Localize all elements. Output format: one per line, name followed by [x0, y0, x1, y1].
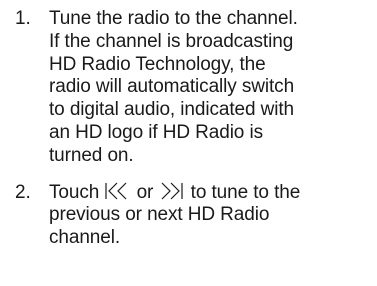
step-text-line: channel.	[49, 227, 121, 249]
seek-next-icon	[158, 182, 185, 200]
touch-text: Touch	[49, 181, 100, 203]
seek-previous-icon	[104, 182, 131, 200]
step-text-line: Touch or to tune to the	[49, 182, 369, 205]
step-text-line: to digital audio, indicated with	[49, 99, 295, 121]
step-text-line: If the channel is broadcasting	[49, 30, 294, 52]
step-2-line1-tail: to tune to the	[190, 181, 301, 203]
step-2: 2. Touch or to tune to the previous or n…	[0, 182, 377, 250]
step-text-line: radio will automatically switch	[49, 76, 295, 98]
step-1: 1. Tune the radio to the channel. If the…	[0, 8, 377, 168]
step-text-line: previous or next HD Radio	[49, 204, 270, 226]
step-text-line: Tune the radio to the channel.	[49, 8, 298, 29]
step-number: 2.	[15, 181, 31, 203]
or-text: or	[136, 181, 154, 203]
step-text-line: turned on.	[49, 144, 134, 166]
step-number: 1.	[15, 8, 31, 29]
step-text-line: an HD logo if HD Radio is	[49, 121, 263, 143]
instruction-steps: 1. Tune the radio to the channel. If the…	[0, 0, 377, 248]
step-text-line: HD Radio Technology, the	[49, 53, 266, 75]
